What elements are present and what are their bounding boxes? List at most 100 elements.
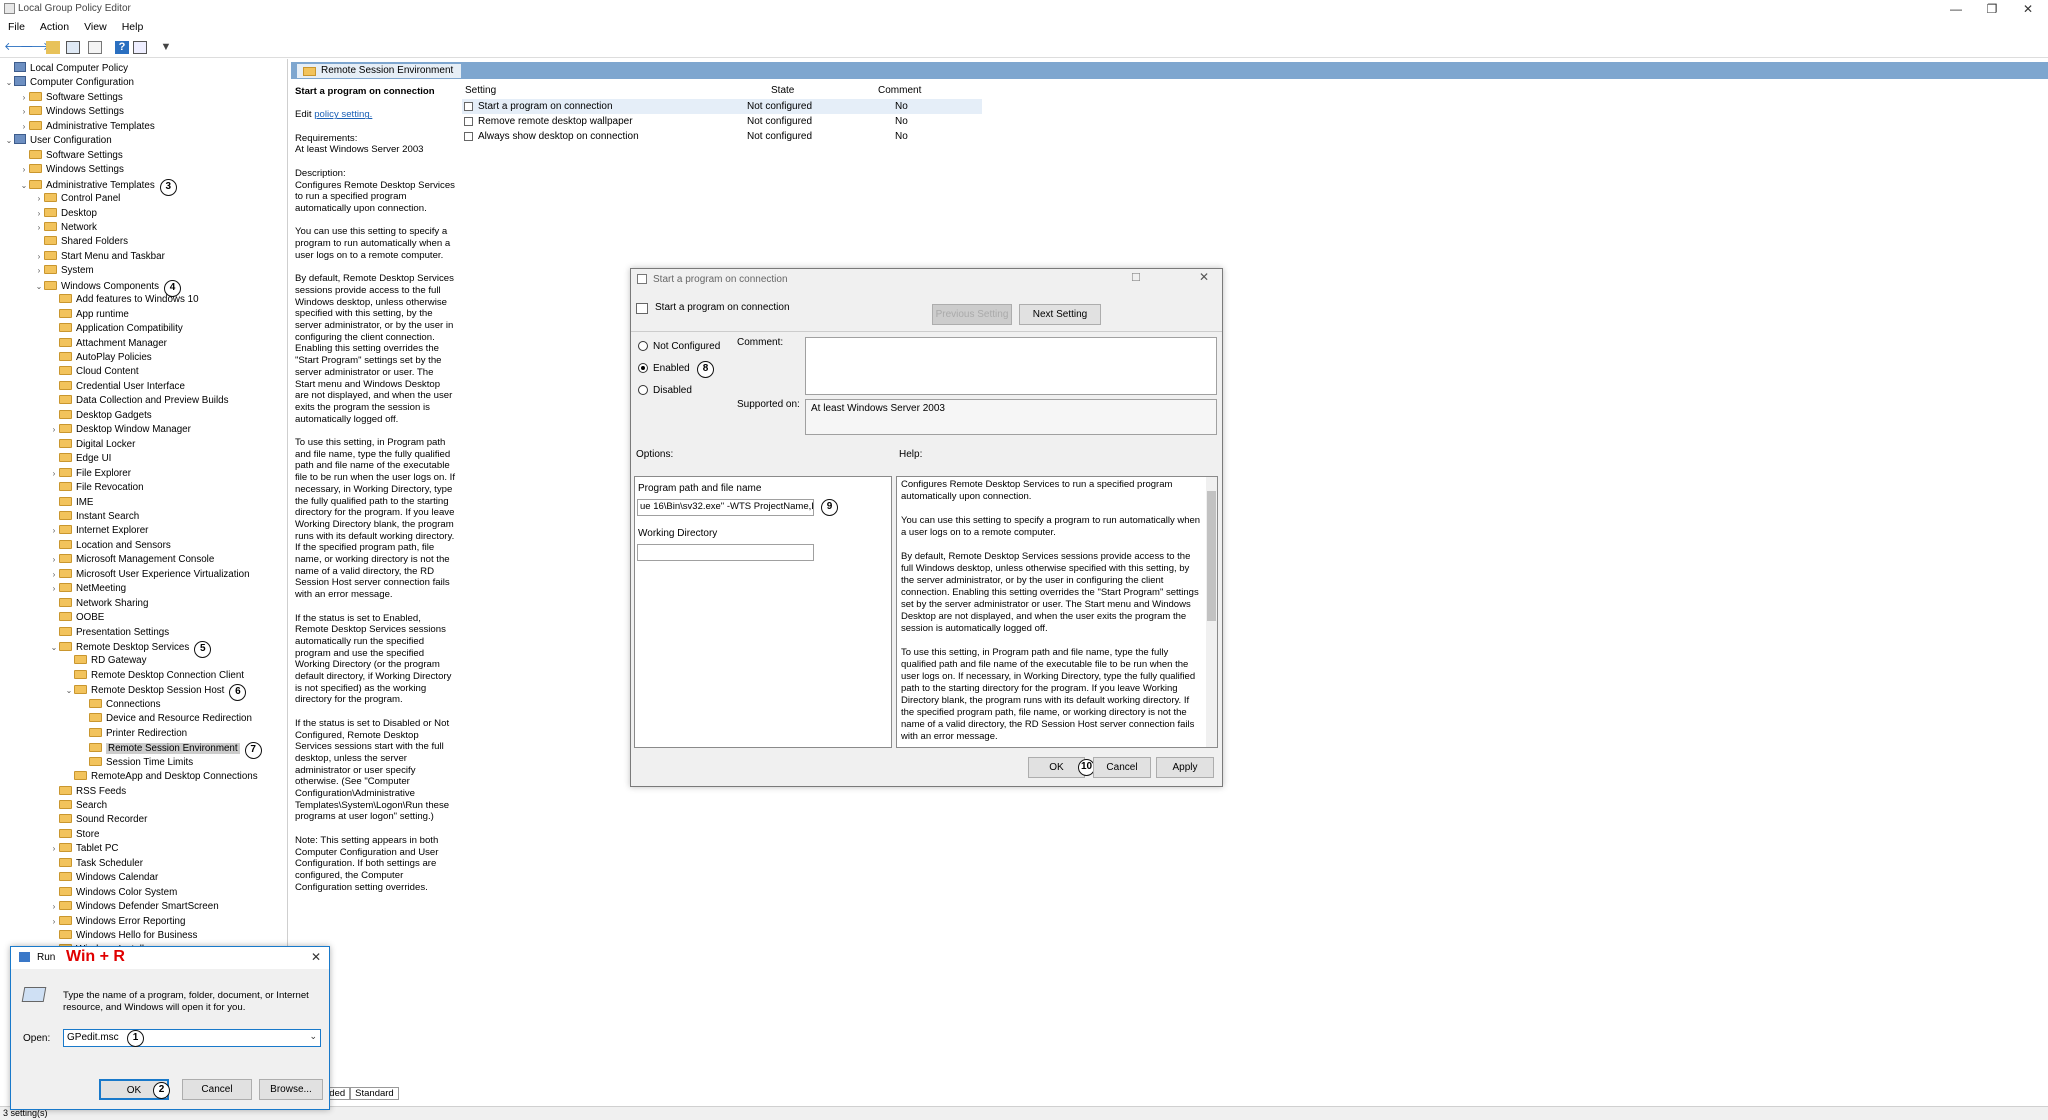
working-directory-input[interactable] — [637, 544, 814, 561]
tree-wc-item[interactable]: › NetMeeting — [49, 582, 126, 596]
collapse-chevron-icon[interactable]: ⌄ — [49, 641, 59, 655]
maximize-icon[interactable]: ☐ — [1131, 271, 1145, 284]
tree-rds-item[interactable]: ⌄ Remote Desktop Session Host 6 — [64, 683, 247, 702]
close-icon[interactable]: ✕ — [1199, 270, 1213, 284]
tree-rdsh-item[interactable]: Remote Session Environment 7 — [79, 741, 262, 760]
collapse-chevron-icon[interactable]: ⌄ — [4, 134, 14, 148]
expand-chevron-icon[interactable]: › — [49, 842, 59, 856]
tree-wc-item[interactable]: IME — [49, 496, 93, 510]
cancel-button[interactable]: Cancel — [1093, 757, 1151, 778]
expand-chevron-icon[interactable]: › — [34, 192, 44, 206]
scrollbar-thumb[interactable] — [1207, 491, 1216, 621]
tree-wc-item[interactable]: AutoPlay Policies — [49, 351, 152, 365]
tree-computer-configuration[interactable]: ⌄ Computer Configuration — [4, 76, 134, 90]
tree-wc-item[interactable]: ⌄ Remote Desktop Services 5 — [49, 640, 212, 658]
expand-chevron-icon[interactable]: › — [19, 163, 29, 177]
expand-chevron-icon[interactable]: › — [49, 915, 59, 929]
tree-wc-item[interactable]: RSS Feeds — [49, 785, 126, 799]
menu-file[interactable]: File — [0, 19, 32, 33]
collapse-chevron-icon[interactable]: ⌄ — [34, 280, 44, 294]
expand-chevron-icon[interactable]: › — [49, 524, 59, 538]
expand-chevron-icon[interactable]: › — [49, 553, 59, 567]
minimize-button[interactable]: — — [1938, 0, 1974, 19]
run-cancel-button[interactable]: Cancel — [182, 1079, 252, 1100]
forward-arrow-icon[interactable]: 🡒 — [20, 41, 50, 54]
tree-wc-item[interactable]: Location and Sensors — [49, 539, 171, 553]
expand-chevron-icon[interactable]: › — [19, 120, 29, 134]
tree-admin-item[interactable]: Shared Folders — [34, 235, 128, 249]
enabled-radio[interactable]: Enabled — [638, 363, 690, 375]
tree-rds-item[interactable]: RemoteApp and Desktop Connections — [64, 770, 258, 784]
tree-uc-item[interactable]: Software Settings — [19, 149, 123, 163]
ok-button[interactable]: OK — [1028, 757, 1085, 778]
tree-wc-item[interactable]: Search — [49, 799, 107, 813]
tree-wc-item[interactable]: Instant Search — [49, 510, 139, 524]
collapse-chevron-icon[interactable]: ⌄ — [19, 179, 29, 193]
expand-chevron-icon[interactable]: › — [34, 264, 44, 278]
tree-wc-item[interactable]: Task Scheduler — [49, 857, 143, 871]
tree-wc-item[interactable]: Cloud Content — [49, 365, 139, 379]
tree-wc-item[interactable]: Network Sharing — [49, 597, 148, 611]
column-setting[interactable]: Setting — [465, 83, 496, 98]
edit-policy-link[interactable]: policy setting. — [314, 109, 372, 120]
tree-wc-item[interactable]: › Internet Explorer — [49, 524, 148, 538]
tree-root[interactable]: Local Computer Policy — [4, 62, 128, 76]
setting-row[interactable]: Remove remote desktop wallpaper Not confi… — [462, 114, 982, 129]
tree-rdsh-item[interactable]: Device and Resource Redirection — [79, 712, 252, 726]
tree-rdsh-item[interactable]: Session Time Limits — [79, 756, 193, 770]
expand-chevron-icon[interactable]: › — [49, 467, 59, 481]
tree-rds-item[interactable]: RD Gateway — [64, 654, 147, 668]
column-comment[interactable]: Comment — [878, 83, 921, 98]
export-list-icon[interactable] — [88, 41, 102, 54]
tree-uc-item[interactable]: ⌄ Administrative Templates 3 — [19, 178, 177, 196]
tree-wc-item[interactable]: Windows Calendar — [49, 871, 158, 885]
help-scrollbar[interactable] — [1206, 477, 1217, 747]
tree-wc-item[interactable]: App runtime — [49, 308, 129, 322]
run-close-icon[interactable]: ✕ — [311, 950, 321, 964]
tree-wc-item[interactable]: Credential User Interface — [49, 380, 185, 394]
program-path-input[interactable]: ue 16\Bin\sv32.exe" -WTS ProjectName,L — [637, 499, 814, 516]
tree-rdsh-item[interactable]: Printer Redirection — [79, 727, 187, 741]
expand-chevron-icon[interactable]: › — [34, 250, 44, 264]
tree-wc-item[interactable]: Add features to Windows 10 — [49, 293, 199, 307]
expand-chevron-icon[interactable]: › — [34, 207, 44, 221]
menu-action[interactable]: Action — [32, 19, 76, 33]
tree-wc-item[interactable]: Data Collection and Preview Builds — [49, 394, 228, 408]
tree-admin-item[interactable]: › System — [34, 264, 94, 278]
tree-user-configuration[interactable]: ⌄ User Configuration — [4, 134, 112, 148]
tree-wc-item[interactable]: Digital Locker — [49, 438, 135, 452]
dropdown-chevron-icon[interactable]: ⌄ — [309, 1031, 317, 1042]
previous-setting-button[interactable]: Previous Setting — [932, 304, 1012, 325]
tree-wc-item[interactable]: Sound Recorder — [49, 813, 147, 827]
show-hide-tree-icon[interactable] — [66, 41, 80, 54]
tree-admin-item[interactable]: › Control Panel — [34, 192, 120, 206]
tree-wc-item[interactable]: Windows Color System — [49, 886, 177, 900]
up-folder-icon[interactable] — [46, 41, 60, 54]
tree-admin-item[interactable]: ⌄ Windows Components 4 — [34, 279, 182, 297]
tree-wc-item[interactable]: › Desktop Window Manager — [49, 423, 191, 437]
tree-wc-item[interactable]: Store — [49, 828, 99, 842]
next-setting-button[interactable]: Next Setting — [1019, 304, 1101, 325]
tree-admin-item[interactable]: › Network — [34, 221, 97, 235]
run-browse-button[interactable]: Browse... — [259, 1079, 323, 1100]
tree-wc-item[interactable]: › Microsoft Management Console — [49, 553, 214, 567]
setting-row[interactable]: Always show desktop on connection Not con… — [462, 129, 982, 144]
collapse-chevron-icon[interactable]: ⌄ — [64, 684, 74, 698]
tree-wc-item[interactable]: Attachment Manager — [49, 337, 167, 351]
tree-wc-item[interactable]: › Microsoft User Experience Virtualizatio… — [49, 568, 250, 582]
expand-chevron-icon[interactable]: › — [49, 568, 59, 582]
tree-wc-item[interactable]: › Tablet PC — [49, 842, 118, 856]
tree-uc-item[interactable]: › Windows Settings — [19, 163, 124, 177]
restore-button[interactable]: ❐ — [1974, 0, 2010, 19]
tree-wc-item[interactable]: › File Explorer — [49, 467, 131, 481]
open-combobox[interactable]: GPedit.msc ⌄ — [63, 1029, 321, 1047]
comment-field[interactable] — [805, 337, 1217, 395]
open-input-value[interactable]: GPedit.msc — [67, 1032, 119, 1043]
back-arrow-icon[interactable]: 🡐 — [4, 41, 34, 54]
tree-wc-item[interactable]: OOBE — [49, 611, 104, 625]
tree-admin-item[interactable]: › Desktop — [34, 207, 97, 221]
expand-chevron-icon[interactable]: › — [49, 423, 59, 437]
tree-wc-item[interactable]: Application Compatibility — [49, 322, 183, 336]
expand-chevron-icon[interactable]: › — [34, 221, 44, 235]
expand-chevron-icon[interactable]: › — [49, 900, 59, 914]
